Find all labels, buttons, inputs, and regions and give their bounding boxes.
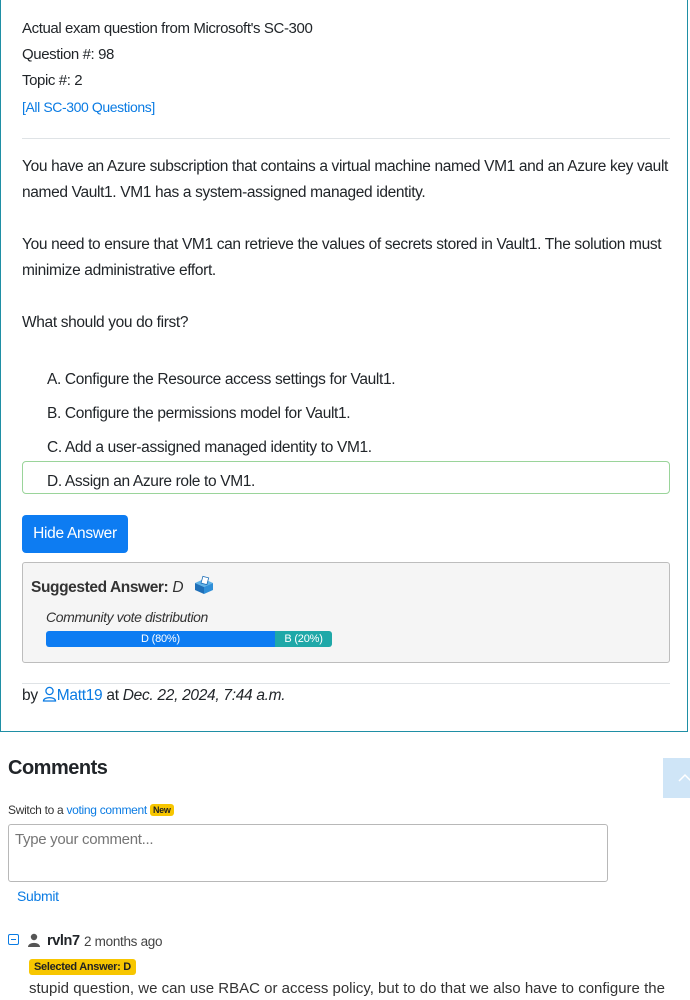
divider	[22, 138, 670, 139]
suggested-answer-label: Suggested Answer:	[31, 579, 169, 596]
byline-by: by	[22, 687, 38, 704]
post-date: Dec. 22, 2024, 7:44 a.m.	[122, 687, 286, 704]
byline-at: at	[106, 687, 119, 704]
new-badge: New	[149, 804, 174, 816]
chevron-up-icon	[678, 773, 690, 782]
comment-timestamp: 2 months ago	[84, 934, 163, 949]
question-paragraph-1: You have an Azure subscription that cont…	[22, 158, 669, 201]
suggested-answer-letter: D	[172, 579, 184, 596]
exam-header: Actual exam question from Microsoft's SC…	[22, 20, 313, 37]
selected-answer-badge: Selected Answer: D	[29, 959, 136, 975]
user-outline-icon	[42, 686, 57, 707]
comments-heading: Comments	[8, 757, 108, 779]
switch-to-voting: Switch to a voting comment New	[8, 803, 174, 817]
comment-input[interactable]	[8, 824, 608, 882]
vote-segment-b: B (20%)	[275, 631, 332, 647]
hide-answer-button[interactable]: Hide Answer	[22, 515, 128, 553]
vote-distribution-label: Community vote distribution	[46, 609, 208, 625]
topic-number: Topic #: 2	[22, 72, 83, 89]
choice-a[interactable]: A. Configure the Resource access setting…	[47, 371, 396, 389]
author-link[interactable]: Matt19	[57, 687, 103, 704]
comment-username[interactable]: rvln7	[47, 933, 80, 949]
divider	[22, 683, 670, 684]
voting-comment-link[interactable]: voting comment	[66, 803, 147, 817]
choice-c[interactable]: C. Add a user-assigned managed identity …	[47, 439, 372, 457]
choice-d[interactable]: D. Assign an Azure role to VM1.	[47, 473, 255, 491]
user-icon	[28, 933, 40, 947]
suggested-answer: Suggested Answer: D	[31, 575, 215, 600]
question-number: Question #: 98	[22, 46, 114, 63]
suggested-answer-box: Suggested Answer: D Community vote distri…	[22, 562, 670, 663]
submit-button[interactable]: Submit	[17, 888, 59, 904]
vote-distribution-bar: D (80%) B (20%)	[46, 631, 332, 647]
comment-body: stupid question, we can use RBAC or acce…	[29, 980, 665, 997]
question-card: Actual exam question from Microsoft's SC…	[0, 0, 688, 732]
ballot-box-icon	[193, 575, 215, 600]
vote-segment-d: D (80%)	[46, 631, 275, 647]
question-paragraph-2: You need to ensure that VM1 can retrieve…	[22, 236, 662, 279]
scroll-to-top-button[interactable]	[663, 758, 690, 798]
switch-prefix: Switch to a	[8, 803, 64, 817]
byline: by Matt19 at Dec. 22, 2024, 7:44 a.m.	[22, 686, 286, 707]
collapse-icon[interactable]	[8, 934, 19, 945]
choice-b[interactable]: B. Configure the permissions model for V…	[47, 405, 351, 423]
all-questions-link[interactable]: [All SC-300 Questions]	[22, 99, 155, 115]
question-prompt: What should you do first?	[22, 314, 189, 331]
